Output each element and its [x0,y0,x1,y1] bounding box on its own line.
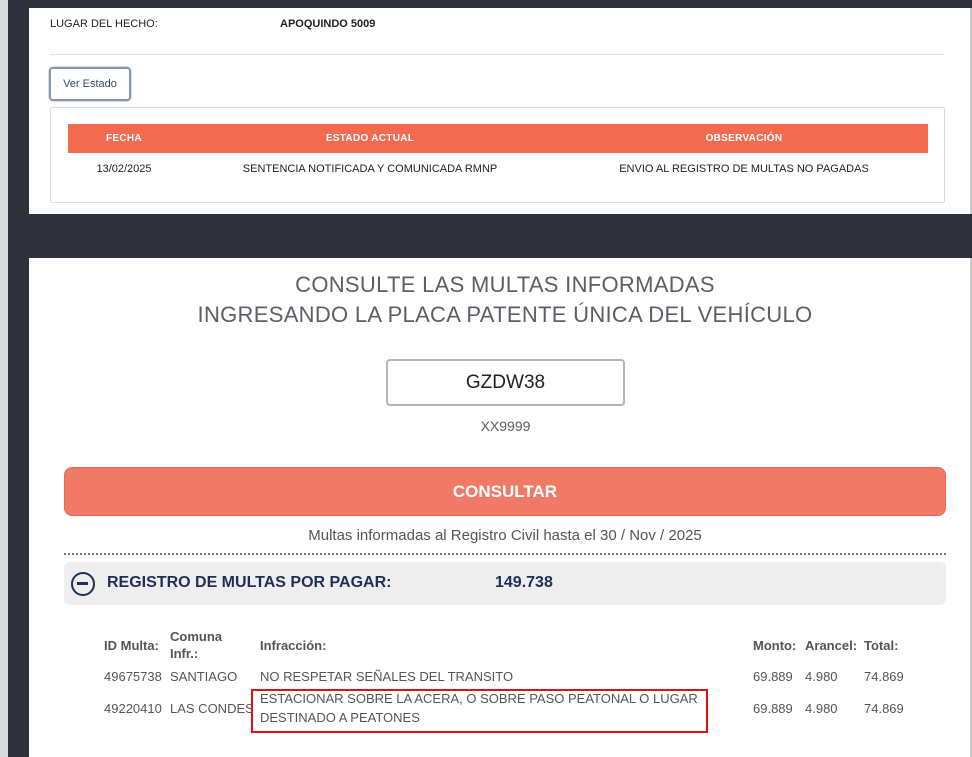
table-row: 13/02/2025 SENTENCIA NOTIFICADA Y COMUNI… [68,156,928,182]
header-monto: Monto: [753,638,797,653]
header-id-multa: ID Multa: [104,638,159,653]
row1-total: 74.869 [864,669,904,684]
row1-monto: 69.889 [753,669,793,684]
row2-comuna: LAS CONDES [170,701,254,716]
lugar-value: APOQUINDO 5009 [280,18,376,30]
cell-observacion: ENVIO AL REGISTRO DE MULTAS NO PAGADAS [619,163,869,175]
collapse-minus-icon[interactable] [71,572,95,596]
header-comuna: Comuna Infr.: [170,628,222,662]
estado-panel: LUGAR DEL HECHO: APOQUINDO 5009 Ver Esta… [29,8,972,214]
title-line-1: CONSULTE LAS MULTAS INFORMADAS [295,272,715,297]
lugar-label: LUGAR DEL HECHO: [50,18,158,30]
row2-monto: 69.889 [753,701,793,716]
header-observacion: OBSERVACIÓN [705,133,783,144]
dotted-divider [64,553,946,555]
row1-infraccion: NO RESPETAR SEÑALES DEL TRANSITO [260,669,514,684]
row2-total: 74.869 [864,701,904,716]
header-total: Total: [864,638,899,653]
estado-table-header: FECHA ESTADO ACTUAL OBSERVACIÓN [68,124,928,153]
cell-fecha: 13/02/2025 [96,163,152,175]
ver-estado-button[interactable]: Ver Estado [49,67,131,101]
plate-input[interactable] [386,359,625,406]
registro-label: REGISTRO DE MULTAS POR PAGAR: [107,574,392,591]
row1-id: 49675738 [104,669,162,684]
title-line-2: INGRESANDO LA PLACA PATENTE ÚNICA DEL VE… [197,302,813,327]
header-arancel: Arancel: [805,638,858,653]
header-comuna-line1: Comuna [170,629,222,644]
row1-arancel: 4.980 [805,669,838,684]
cell-estado: SENTENCIA NOTIFICADA Y COMUNICADA RMNP [242,163,498,175]
divider [50,54,945,55]
estado-table: FECHA ESTADO ACTUAL OBSERVACIÓN 13/02/20… [50,107,945,203]
informadas-note: Multas informadas al Registro Civil hast… [308,527,702,544]
header-estado-actual: ESTADO ACTUAL [325,133,415,144]
header-fecha: FECHA [106,133,142,144]
row2-id: 49220410 [104,701,162,716]
header-infraccion: Infracción: [260,638,327,653]
registro-header[interactable]: REGISTRO DE MULTAS POR PAGAR: 149.738 [64,562,946,605]
row2-arancel: 4.980 [805,701,838,716]
window-edge [0,0,8,757]
registro-total: 149.738 [495,574,553,591]
highlight-box [251,689,708,733]
consultar-button[interactable]: CONSULTAR [64,467,946,516]
page-title: CONSULTE LAS MULTAS INFORMADAS INGRESAND… [29,270,972,330]
row1-comuna: SANTIAGO [170,669,238,684]
header-comuna-line2: Infr.: [170,646,199,661]
plate-format-hint: XX9999 [480,418,531,434]
